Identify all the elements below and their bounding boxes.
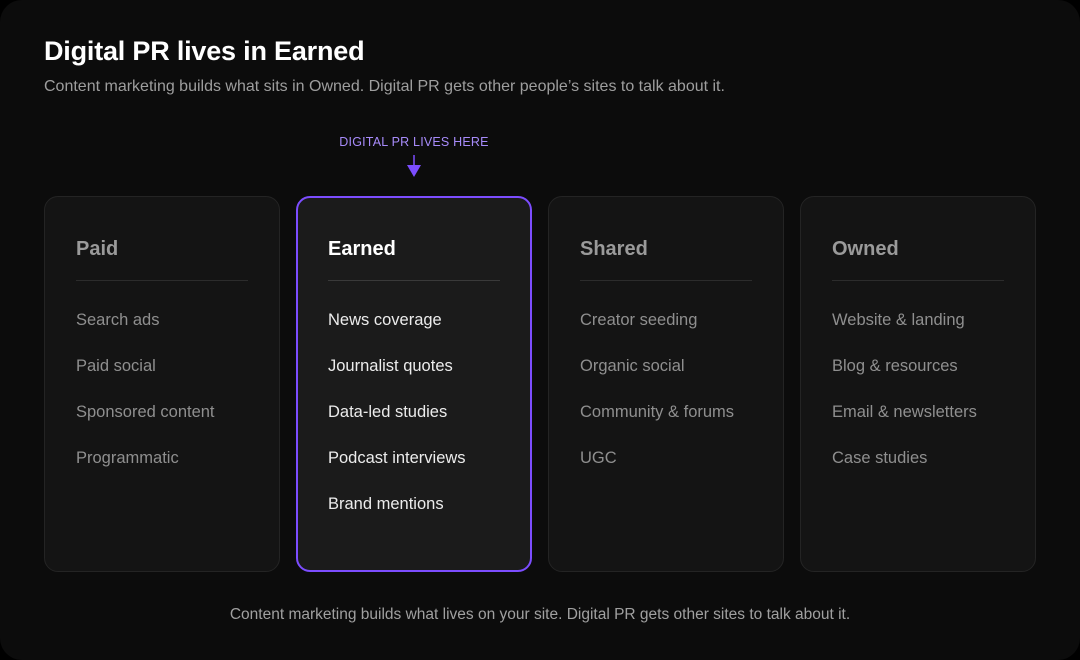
arrow-down-icon <box>407 155 421 177</box>
card-divider <box>328 280 500 281</box>
card-list: Search ads Paid social Sponsored content… <box>76 309 248 493</box>
list-item: Podcast interviews <box>328 449 466 467</box>
card-divider <box>580 280 752 281</box>
footer-caption: Content marketing builds what lives on y… <box>229 606 851 623</box>
list-item: Creator seeding <box>580 311 698 329</box>
list-item: Email & newsletters <box>832 403 977 421</box>
card-title: Earned <box>328 238 396 260</box>
list-item: Brand mentions <box>328 495 444 513</box>
list-item: Journalist quotes <box>328 357 453 375</box>
list-item: Sponsored content <box>76 403 215 421</box>
list-item: Blog & resources <box>832 357 958 375</box>
card-earned: Earned News coverage Journalist quotes D… <box>296 196 532 572</box>
diagram-frame: Digital PR lives in Earned Content marke… <box>0 0 1080 660</box>
card-title: Paid <box>76 238 119 260</box>
list-item: Website & landing <box>832 311 965 329</box>
list-item: Paid social <box>76 357 156 375</box>
card-list: Website & landing Blog & resources Email… <box>832 309 1004 493</box>
list-item: UGC <box>580 449 617 467</box>
list-item: Community & forums <box>580 403 735 421</box>
card-owned: Owned Website & landing Blog & resources… <box>800 196 1036 572</box>
card-divider <box>76 280 248 281</box>
card-list: Creator seeding Organic social Community… <box>580 309 752 493</box>
callout: DIGITAL PR LIVES HERE <box>296 135 532 177</box>
card-shared: Shared Creator seeding Organic social Co… <box>548 196 784 572</box>
card-title: Shared <box>580 238 648 260</box>
list-item: News coverage <box>328 311 442 329</box>
list-item: Programmatic <box>76 449 179 467</box>
page-title: Digital PR lives in Earned <box>44 36 365 66</box>
list-item: Organic social <box>580 357 685 375</box>
card-list: News coverage Journalist quotes Data-led… <box>328 309 500 539</box>
callout-label: DIGITAL PR LIVES HERE <box>339 135 489 149</box>
card-title: Owned <box>832 238 899 260</box>
page-subtitle: Content marketing builds what sits in Ow… <box>44 78 725 95</box>
list-item: Search ads <box>76 311 160 329</box>
list-item: Case studies <box>832 449 928 467</box>
card-divider <box>832 280 1004 281</box>
card-paid: Paid Search ads Paid social Sponsored co… <box>44 196 280 572</box>
list-item: Data-led studies <box>328 403 448 421</box>
